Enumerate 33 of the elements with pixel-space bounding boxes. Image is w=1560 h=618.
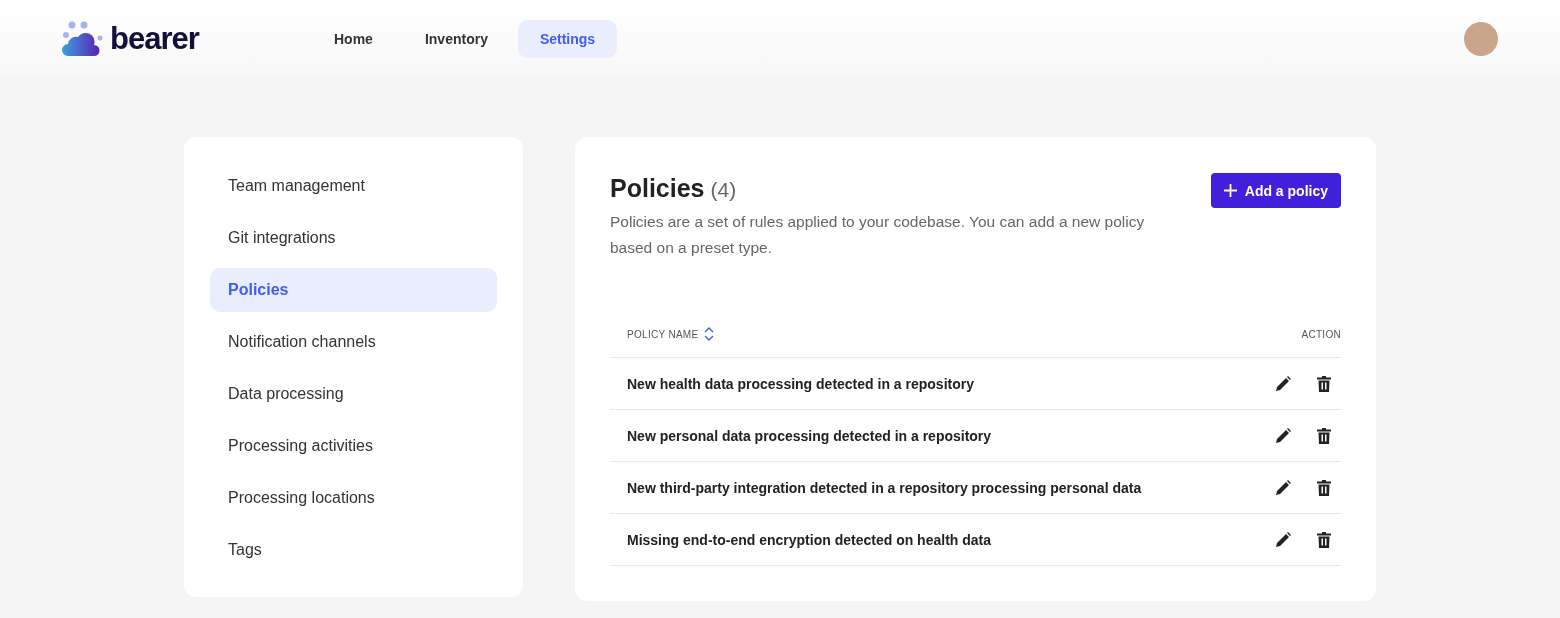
sidebar-item[interactable]: Git integrations xyxy=(210,216,497,260)
column-header[interactable]: POLICY NAME xyxy=(627,328,699,340)
trash-icon[interactable] xyxy=(1317,427,1331,444)
pencil-icon[interactable] xyxy=(1275,375,1291,392)
plus-icon xyxy=(1223,184,1237,197)
policy-name: New health data processing detected in a repository xyxy=(627,375,975,392)
cloud-logo-icon xyxy=(62,21,104,57)
sidebar-item[interactable]: Tags xyxy=(210,528,497,572)
column-header: ACTION xyxy=(1301,328,1341,340)
trash-icon[interactable] xyxy=(1317,531,1331,548)
nav-tab[interactable]: Home xyxy=(312,20,395,58)
policy-count: (4) xyxy=(710,178,737,202)
sidebar-item[interactable]: Team management xyxy=(210,164,497,208)
nav-tab[interactable]: Settings xyxy=(517,20,618,58)
page-title: Policies xyxy=(610,174,705,203)
logo-text: bearer xyxy=(110,21,199,57)
sidebar-item[interactable]: Policies xyxy=(210,268,497,312)
pencil-icon[interactable] xyxy=(1275,531,1291,548)
pencil-icon[interactable] xyxy=(1275,427,1291,444)
add-policy-button[interactable]: Add a policy xyxy=(1210,173,1341,208)
policy-name: Missing end-to-end encryption detected on health data xyxy=(627,531,993,548)
policy-name: New third-party integration detected in a repository processing personal data xyxy=(627,479,1143,496)
sidebar-item[interactable]: Data processing xyxy=(210,372,497,416)
description: Policies are a set of rules applied to your codebase. You can add a new policy based on a preset type. xyxy=(610,212,1146,258)
sidebar-item[interactable]: Notification channels xyxy=(210,320,497,364)
trash-icon[interactable] xyxy=(1317,479,1331,496)
policy-name: New personal data processing detected in a repository xyxy=(627,427,993,444)
sidebar-item[interactable]: Processing locations xyxy=(210,476,497,520)
sidebar-item[interactable]: Processing activities xyxy=(210,424,497,468)
trash-icon[interactable] xyxy=(1317,375,1331,392)
sort-icon[interactable] xyxy=(704,326,715,342)
pencil-icon[interactable] xyxy=(1275,479,1291,496)
nav-tab[interactable]: Inventory xyxy=(402,20,510,58)
